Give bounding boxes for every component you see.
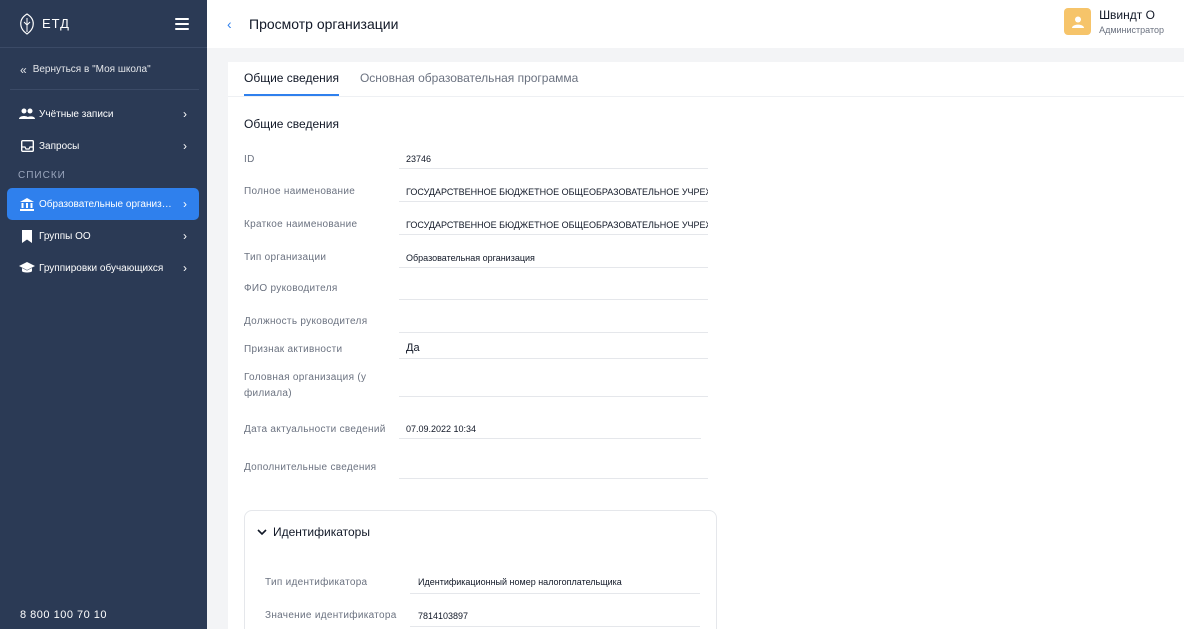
field-label: Краткое наименование bbox=[244, 219, 358, 230]
field-label: Должность руководителя bbox=[244, 316, 368, 327]
field-value bbox=[399, 280, 708, 300]
bank-icon bbox=[19, 197, 35, 211]
sidebar: ЕТД « Вернуться в "Моя школа" Учётные за… bbox=[0, 0, 207, 629]
field-value bbox=[399, 458, 708, 479]
bookmark-icon bbox=[19, 229, 35, 243]
identifier-value-value: 7814103897 bbox=[410, 605, 700, 627]
sidebar-header: ЕТД bbox=[0, 0, 207, 48]
sidebar-item-requests[interactable]: Запросы › bbox=[7, 130, 199, 162]
user-profile[interactable]: Швиндт О Администратор bbox=[1064, 8, 1164, 35]
identifiers-toggle[interactable]: Идентификаторы bbox=[257, 525, 370, 539]
field-value: ГОСУДАРСТВЕННОЕ БЮДЖЕТНОЕ ОБЩЕОБРАЗОВАТЕ… bbox=[399, 182, 708, 202]
inbox-icon bbox=[19, 140, 35, 152]
sidebar-item-label: Группы ОО bbox=[39, 230, 91, 242]
section-title: Общие сведения bbox=[244, 117, 339, 131]
top-bar: ‹ Просмотр организации Швиндт О Админист… bbox=[207, 0, 1184, 48]
identifiers-title: Идентификаторы bbox=[273, 525, 370, 539]
back-arrow-icon[interactable]: ‹ bbox=[227, 16, 243, 32]
identifier-value-label: Значение идентификатора bbox=[265, 610, 397, 621]
sidebar-item-organizations[interactable]: Образовательные организации › bbox=[7, 188, 199, 220]
chevron-down-icon bbox=[257, 528, 267, 535]
identifier-type-label: Тип идентификатора bbox=[265, 577, 368, 588]
field-value: ГОСУДАРСТВЕННОЕ БЮДЖЕТНОЕ ОБЩЕОБРАЗОВАТЕ… bbox=[399, 215, 708, 235]
back-link-label: Вернуться в "Моя школа" bbox=[32, 64, 151, 75]
field-label: Тип организации bbox=[244, 252, 327, 263]
sidebar-item-label: Группировки обучающихся bbox=[39, 262, 164, 274]
field-value: Образовательная организация bbox=[399, 248, 708, 268]
sidebar-item-groups[interactable]: Группы ОО › bbox=[7, 220, 199, 252]
field-label: Признак активности bbox=[244, 344, 343, 355]
field-value bbox=[399, 370, 708, 397]
tab-general-info[interactable]: Общие сведения bbox=[244, 71, 339, 96]
chevron-right-icon: › bbox=[183, 139, 187, 153]
hamburger-menu-icon[interactable] bbox=[175, 17, 189, 30]
user-name: Швиндт О bbox=[1099, 8, 1155, 22]
identifiers-panel: Идентификаторы Тип идентификатора Иденти… bbox=[244, 510, 717, 629]
field-label: Дополнительные сведения bbox=[244, 462, 377, 473]
user-icon bbox=[1071, 16, 1084, 28]
field-value: Да bbox=[399, 338, 708, 359]
chevron-right-icon: › bbox=[183, 229, 187, 243]
chevron-right-icon: › bbox=[183, 107, 187, 121]
sidebar-item-label: Запросы bbox=[39, 140, 80, 152]
support-phone: 8 800 100 70 10 bbox=[20, 609, 108, 621]
field-label: Головная организация (у филиала) bbox=[244, 372, 367, 399]
field-label: Дата актуальности сведений bbox=[244, 424, 386, 435]
identifier-type-value: Идентификационный номер налогоплательщик… bbox=[410, 571, 700, 594]
users-icon bbox=[19, 108, 35, 120]
graduation-cap-icon bbox=[19, 262, 35, 274]
field-value: 23746 bbox=[399, 150, 708, 169]
avatar bbox=[1064, 8, 1092, 35]
field-label: ФИО руководителя bbox=[244, 283, 338, 294]
user-role: Администратор bbox=[1099, 25, 1164, 35]
chevron-right-icon: › bbox=[183, 197, 187, 211]
tabs: Общие сведения Основная образовательная … bbox=[228, 62, 1184, 97]
tab-education-program[interactable]: Основная образовательная программа bbox=[360, 71, 578, 96]
double-chevron-left-icon: « bbox=[20, 62, 27, 77]
field-label: ID bbox=[244, 154, 255, 165]
page-title: Просмотр организации bbox=[249, 16, 399, 32]
sidebar-section-lists: СПИСКИ bbox=[18, 169, 66, 181]
sidebar-item-student-groupings[interactable]: Группировки обучающихся › bbox=[7, 252, 199, 284]
field-value: 07.09.2022 10:34 bbox=[399, 420, 701, 439]
sidebar-item-accounts[interactable]: Учётные записи › bbox=[7, 98, 199, 130]
chevron-right-icon: › bbox=[183, 261, 187, 275]
app-logo[interactable]: ЕТД bbox=[18, 12, 70, 36]
back-to-my-school-link[interactable]: « Вернуться в "Моя школа" bbox=[10, 50, 199, 90]
organization-card: Общие сведения Основная образовательная … bbox=[228, 62, 1184, 629]
field-label: Полное наименование bbox=[244, 186, 356, 197]
sidebar-item-label: Учётные записи bbox=[39, 108, 114, 120]
sidebar-item-label: Образовательные организации bbox=[39, 198, 177, 210]
logo-icon bbox=[20, 12, 34, 35]
field-value bbox=[399, 312, 708, 333]
logo-text: ЕТД bbox=[42, 16, 70, 31]
